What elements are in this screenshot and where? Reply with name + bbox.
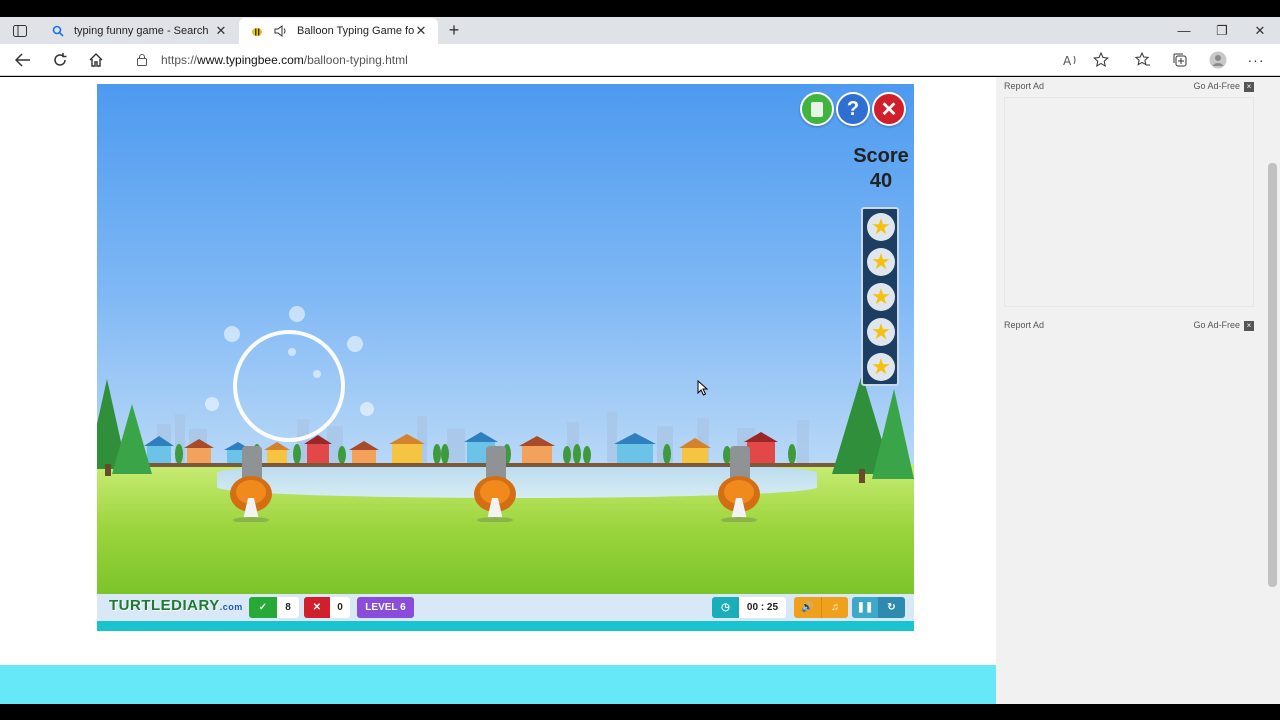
ad-slot bbox=[1004, 97, 1254, 307]
go-ad-free-label: Go Ad-Free bbox=[1193, 320, 1240, 330]
tab-title: typing funny game - Search bbox=[74, 25, 209, 37]
url-prefix: https:// bbox=[161, 53, 198, 67]
close-tab-icon[interactable]: ✕ bbox=[414, 23, 428, 38]
status-bar-accent bbox=[97, 621, 914, 631]
tab-actions-icon[interactable] bbox=[8, 22, 32, 40]
cannon-left bbox=[230, 446, 272, 522]
search-icon bbox=[50, 23, 66, 39]
help-button[interactable]: ? bbox=[836, 92, 870, 126]
correct-icon: ✓ bbox=[249, 597, 277, 618]
star-icon: ★ bbox=[867, 318, 895, 346]
sound-icon[interactable]: 🔊 bbox=[794, 597, 821, 618]
close-tab-icon[interactable]: ✕ bbox=[214, 23, 228, 38]
home-icon[interactable] bbox=[85, 50, 107, 70]
tab-search[interactable]: typing funny game - Search ✕ bbox=[40, 18, 238, 44]
svg-text:A: A bbox=[1063, 54, 1072, 67]
restore-icon[interactable]: ❐ bbox=[1207, 20, 1237, 42]
balloon-typing-game[interactable]: ? ✕ Score 40 ★ ★ ★ ★ ★ TURTLEDIARY.com ✓… bbox=[97, 84, 914, 631]
favorites-icon[interactable] bbox=[1132, 50, 1154, 70]
clock-icon: ◷ bbox=[712, 597, 739, 618]
cannon-center bbox=[474, 446, 516, 522]
star-icon: ★ bbox=[867, 248, 895, 276]
bee-favicon-icon bbox=[249, 23, 265, 39]
score-value: 40 bbox=[869, 170, 893, 192]
go-ad-free-link[interactable]: Go Ad-Free × bbox=[1193, 81, 1254, 97]
page-scrollbar[interactable] bbox=[1266, 77, 1280, 704]
minimize-icon[interactable]: — bbox=[1169, 20, 1199, 42]
restart-icon[interactable]: ↻ bbox=[878, 597, 905, 618]
favorite-add-icon[interactable] bbox=[1090, 50, 1112, 70]
report-ad-link[interactable]: Report Ad bbox=[1004, 320, 1044, 336]
cannon-right bbox=[718, 446, 760, 522]
url-text: https://www.typingbee.com/balloon-typing… bbox=[161, 53, 408, 67]
notebook-icon bbox=[811, 101, 823, 117]
star-icon: ★ bbox=[867, 353, 895, 381]
star-icon: ★ bbox=[867, 283, 895, 311]
go-ad-free-label: Go Ad-Free bbox=[1193, 81, 1240, 91]
collections-icon[interactable] bbox=[1169, 50, 1191, 70]
url-host: www.typingbee.com bbox=[197, 53, 304, 67]
go-ad-free-link[interactable]: Go Ad-Free × bbox=[1193, 320, 1254, 336]
refresh-icon[interactable] bbox=[49, 50, 71, 70]
star-icon: ★ bbox=[867, 213, 895, 241]
ad-sidebar: Report Ad Go Ad-Free × Report Ad Go Ad-Fr… bbox=[996, 77, 1266, 704]
close-ad-icon[interactable]: × bbox=[1244, 82, 1254, 92]
instructions-button[interactable] bbox=[800, 92, 834, 126]
balloon-burst-effect bbox=[205, 306, 374, 442]
close-ad-icon[interactable]: × bbox=[1244, 321, 1254, 331]
question-icon: ? bbox=[846, 97, 860, 120]
footer-band bbox=[0, 665, 996, 704]
address-bar: https://www.typingbee.com/balloon-typing… bbox=[0, 44, 1280, 76]
close-game-button[interactable]: ✕ bbox=[872, 92, 906, 126]
ad-header: Report Ad Go Ad-Free × bbox=[1004, 81, 1254, 97]
wrong-count: 0 bbox=[330, 597, 350, 618]
speaker-icon[interactable] bbox=[273, 23, 289, 39]
score-label: Score bbox=[853, 145, 909, 167]
read-aloud-icon[interactable]: A bbox=[1060, 50, 1082, 70]
more-menu-icon[interactable]: ··· bbox=[1245, 50, 1267, 70]
close-icon: ✕ bbox=[880, 98, 898, 121]
new-tab-icon[interactable]: + bbox=[445, 21, 463, 40]
wrong-icon: ✕ bbox=[304, 597, 330, 618]
ad-header: Report Ad Go Ad-Free × bbox=[1004, 320, 1254, 336]
bottom-black-bar bbox=[0, 704, 1280, 720]
level-badge: LEVEL 6 bbox=[357, 597, 414, 618]
pause-icon[interactable]: ❚❚ bbox=[852, 597, 878, 618]
back-icon[interactable] bbox=[12, 50, 34, 70]
right-trees bbox=[832, 374, 914, 483]
timer-display: 00 : 25 bbox=[739, 597, 786, 618]
profile-avatar-icon[interactable] bbox=[1207, 50, 1229, 70]
url-path: /balloon-typing.html bbox=[303, 53, 408, 67]
correct-count: 8 bbox=[277, 597, 299, 618]
turtlediary-logo[interactable]: TURTLEDIARY.com bbox=[109, 597, 243, 614]
left-trees bbox=[97, 379, 152, 476]
scrollbar-thumb[interactable] bbox=[1268, 163, 1277, 587]
music-icon[interactable]: ♫ bbox=[821, 597, 848, 618]
tab-title: Balloon Typing Game for Ki bbox=[297, 25, 414, 37]
close-window-icon[interactable]: ✕ bbox=[1245, 20, 1275, 42]
logo-text: TURTLEDIARY bbox=[109, 597, 220, 614]
logo-suffix: .com bbox=[219, 602, 243, 612]
lock-icon[interactable] bbox=[136, 53, 148, 71]
star-progress-panel: ★ ★ ★ ★ ★ bbox=[861, 207, 899, 386]
url-field[interactable]: https://www.typingbee.com/balloon-typing… bbox=[120, 48, 1120, 72]
report-ad-link[interactable]: Report Ad bbox=[1004, 81, 1044, 97]
top-black-bar bbox=[0, 0, 1280, 17]
mouse-cursor-icon bbox=[697, 380, 709, 396]
tab-strip: typing funny game - Search ✕ Balloon Typ… bbox=[0, 17, 1280, 44]
tab-balloon-typing[interactable]: Balloon Typing Game for Ki ✕ bbox=[239, 18, 438, 44]
